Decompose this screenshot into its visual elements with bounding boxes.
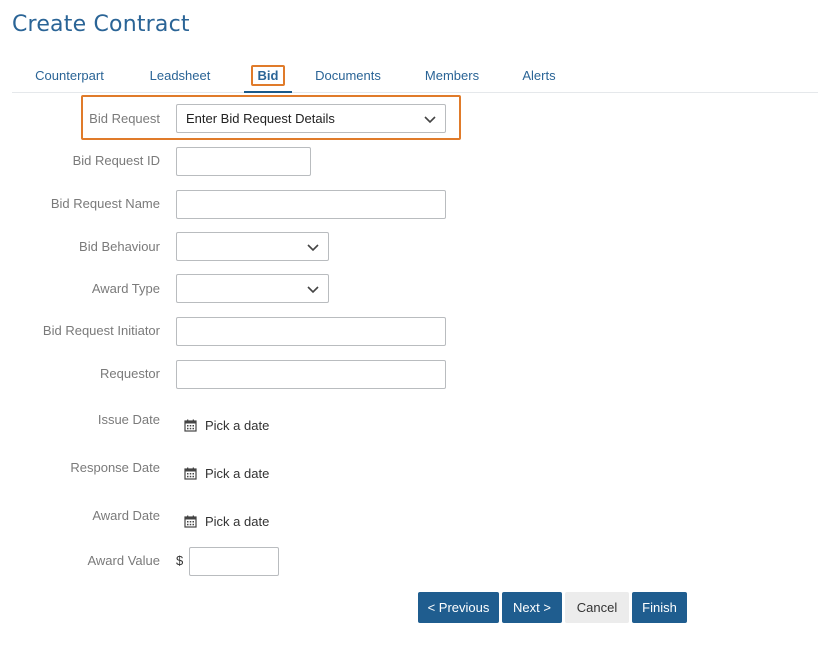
bid-request-initiator-label: Bid Request Initiator xyxy=(42,323,160,338)
bid-request-id-input[interactable] xyxy=(176,147,311,176)
bid-request-initiator-input[interactable] xyxy=(176,317,446,346)
create-contract-page: Create Contract Counterpart Leadsheet Bi… xyxy=(0,0,818,653)
chevron-down-icon xyxy=(424,116,436,124)
calendar-icon xyxy=(184,515,197,528)
tab-bar: Counterpart Leadsheet Bid Documents Memb… xyxy=(12,60,818,93)
tab-label: Bid xyxy=(250,65,286,86)
requestor-label: Requestor xyxy=(100,366,160,381)
currency-symbol: $ xyxy=(176,553,184,568)
bid-request-label: Bid Request xyxy=(89,111,160,126)
award-type-label: Award Type xyxy=(91,281,160,296)
award-date-label: Award Date xyxy=(92,508,160,523)
next-button[interactable]: Next > xyxy=(502,592,562,623)
cancel-button[interactable]: Cancel xyxy=(565,592,629,623)
finish-button[interactable]: Finish xyxy=(632,592,687,623)
tab-label: Documents xyxy=(315,68,381,83)
calendar-icon xyxy=(184,419,197,432)
bid-behaviour-select[interactable] xyxy=(176,232,329,261)
bid-request-id-label: Bid Request ID xyxy=(72,153,160,168)
previous-button[interactable]: < Previous xyxy=(418,592,499,623)
bid-request-value: Enter Bid Request Details xyxy=(186,111,335,126)
chevron-down-icon xyxy=(307,244,319,252)
chevron-down-icon xyxy=(307,286,319,294)
award-value-input[interactable] xyxy=(189,547,279,576)
tab-members[interactable]: Members xyxy=(420,60,484,93)
bid-request-name-label: Bid Request Name xyxy=(50,196,160,211)
award-date-text: Pick a date xyxy=(205,513,270,529)
tab-label: Alerts xyxy=(522,68,556,83)
award-type-select[interactable] xyxy=(176,274,329,303)
calendar-icon xyxy=(184,467,197,480)
tab-alerts[interactable]: Alerts xyxy=(517,60,561,93)
award-date-picker[interactable]: Pick a date xyxy=(184,512,269,530)
requestor-input[interactable] xyxy=(176,360,446,389)
tab-counterpart[interactable]: Counterpart xyxy=(22,60,117,93)
response-date-label: Response Date xyxy=(70,460,160,475)
response-date-text: Pick a date xyxy=(205,465,270,481)
bid-request-select[interactable]: Enter Bid Request Details xyxy=(176,104,446,133)
award-value-label: Award Value xyxy=(87,553,160,568)
tab-bid[interactable]: Bid xyxy=(244,60,292,93)
tab-leadsheet[interactable]: Leadsheet xyxy=(140,60,220,93)
tab-label: Counterpart xyxy=(35,68,104,83)
tab-documents[interactable]: Documents xyxy=(310,60,386,93)
tab-label: Leadsheet xyxy=(149,68,211,83)
page-title: Create Contract xyxy=(12,12,190,37)
bid-request-name-input[interactable] xyxy=(176,190,446,219)
issue-date-text: Pick a date xyxy=(205,417,270,433)
bid-behaviour-label: Bid Behaviour xyxy=(79,239,160,254)
tab-label: Members xyxy=(424,68,480,83)
issue-date-picker[interactable]: Pick a date xyxy=(184,416,269,434)
issue-date-label: Issue Date xyxy=(97,412,160,427)
response-date-picker[interactable]: Pick a date xyxy=(184,464,269,482)
